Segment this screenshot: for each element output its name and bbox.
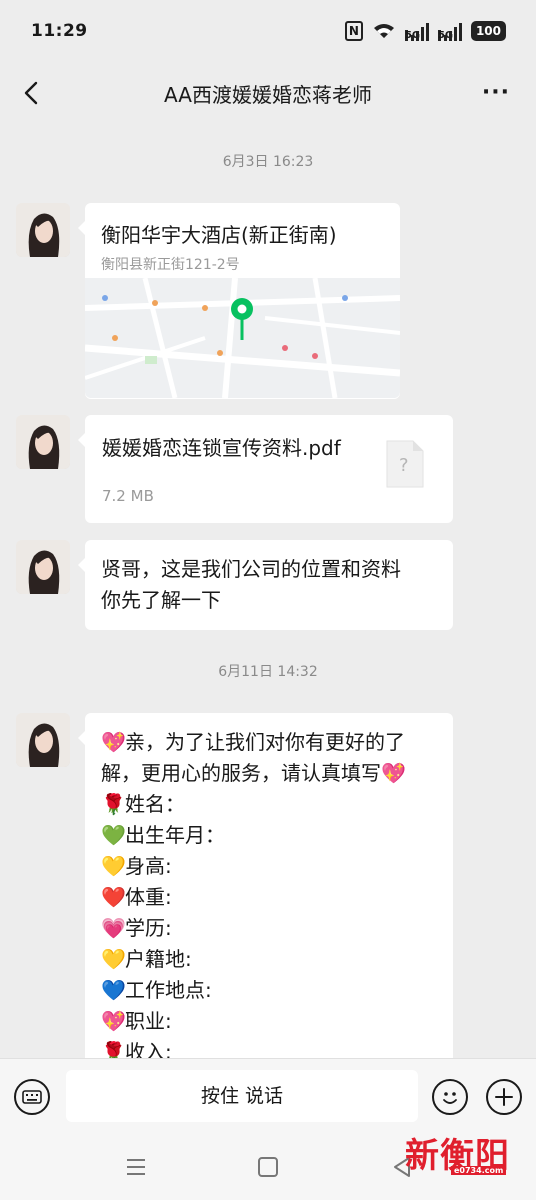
back-arrow-icon[interactable] <box>20 78 48 108</box>
message-line: 💖亲，为了让我们对你有更好的了 <box>101 727 437 758</box>
form-field: 💛身高: <box>101 851 437 882</box>
pink-heart-emoji-icon: 💗 <box>101 916 126 940</box>
more-options-icon[interactable]: ··· <box>482 80 510 105</box>
field-label: 身高: <box>125 854 172 878</box>
form-field: 💛户籍地: <box>101 944 437 975</box>
form-message[interactable]: 💖亲，为了让我们对你有更好的了 解，更用心的服务，请认真填写💖 🌹姓名： 💚出生… <box>78 713 453 1064</box>
field-label: 体重: <box>125 885 172 909</box>
message-text: 亲，为了让我们对你有更好的了 <box>125 730 405 754</box>
heart-emoji-icon: 💖 <box>101 730 126 754</box>
signal-icon-2: 5G <box>437 21 462 41</box>
battery-icon: 100 <box>470 21 506 41</box>
heart-emoji-icon: 💖 <box>381 761 406 785</box>
chat-header: AA西渡媛媛婚恋蒋老师 ··· <box>0 62 536 124</box>
field-label: 户籍地: <box>125 947 192 971</box>
avatar[interactable] <box>16 415 70 469</box>
form-field: 🌹姓名： <box>101 789 437 820</box>
watermark-logo: 新衡阳 e0734.com <box>403 1128 523 1178</box>
input-bar: 按住 说话 <box>0 1058 536 1138</box>
form-field: ❤️体重: <box>101 882 437 913</box>
smiley-icon <box>443 1092 457 1104</box>
timestamp: 6月11日 14:32 <box>218 664 318 680</box>
message-line: 贤哥，这是我们公司的位置和资料 <box>101 557 401 581</box>
message-line: 解，更用心的服务，请认真填写💖 <box>101 758 437 789</box>
form-field: 💙工作地点: <box>101 975 437 1006</box>
yellow-heart-emoji-icon: 💛 <box>101 854 126 878</box>
status-bar: 11:29 N 5G 5G 100 <box>0 0 536 62</box>
file-name: 媛媛婚恋连锁宣传资料.pdf <box>102 436 341 460</box>
form-field: 💗学历: <box>101 913 437 944</box>
network-type-label-2: 5G <box>437 30 453 41</box>
status-icons: N 5G 5G 100 <box>344 21 506 41</box>
location-map[interactable] <box>85 278 400 398</box>
field-label: 学历: <box>125 916 172 940</box>
sparkling-heart-emoji-icon: 💖 <box>101 1009 126 1033</box>
file-icon: ? <box>385 439 425 489</box>
timestamp: 6月3日 16:23 <box>222 154 314 170</box>
text-message[interactable]: 贤哥，这是我们公司的位置和资料 你先了解一下 <box>78 540 453 630</box>
avatar[interactable] <box>16 203 70 257</box>
field-label: 出生年月： <box>125 823 225 847</box>
location-card[interactable]: 衡阳华宇大酒店(新正街南) 衡阳县新正街121-2号 <box>78 203 400 399</box>
watermark-domain: e0734.com <box>451 1166 507 1175</box>
red-heart-emoji-icon: ❤️ <box>101 885 126 909</box>
signal-icon: 5G <box>404 21 429 41</box>
form-field: 💚出生年月： <box>101 820 437 851</box>
status-time: 11:29 <box>31 21 88 41</box>
home-icon[interactable] <box>258 1157 278 1177</box>
field-label: 姓名： <box>125 792 185 816</box>
network-type-label: 5G <box>404 30 420 41</box>
file-placeholder-mark: ? <box>399 455 409 476</box>
file-size: 7.2 MB <box>102 487 154 505</box>
blue-heart-emoji-icon: 💙 <box>101 978 126 1002</box>
field-label: 职业: <box>125 1009 172 1033</box>
message-line: 你先了解一下 <box>101 588 221 612</box>
plus-icon <box>495 1088 513 1106</box>
location-address: 衡阳县新正街121-2号 <box>101 257 240 273</box>
avatar[interactable] <box>16 713 70 767</box>
recent-apps-icon[interactable] <box>125 1158 147 1176</box>
location-title: 衡阳华宇大酒店(新正街南) <box>101 223 337 247</box>
more-actions-button[interactable] <box>486 1079 522 1115</box>
nfc-icon: N <box>344 21 363 41</box>
avatar[interactable] <box>16 540 70 594</box>
chat-title: AA西渡媛媛婚恋蒋老师 <box>164 82 372 107</box>
rose-emoji-icon: 🌹 <box>101 792 126 816</box>
field-label: 工作地点: <box>125 978 212 1002</box>
form-field: 💖职业: <box>101 1006 437 1037</box>
keyboard-toggle-button[interactable] <box>14 1079 50 1115</box>
yellow-heart-emoji-icon: 💛 <box>101 947 126 971</box>
message-text: 解，更用心的服务，请认真填写 <box>101 761 381 785</box>
wifi-icon <box>373 24 394 38</box>
file-card[interactable]: 媛媛婚恋连锁宣传资料.pdf 7.2 MB ? <box>78 415 453 523</box>
emoji-button[interactable] <box>432 1079 468 1115</box>
green-heart-emoji-icon: 💚 <box>101 823 126 847</box>
keyboard-icon <box>22 1090 42 1104</box>
hold-to-talk-button[interactable]: 按住 说话 <box>66 1070 418 1122</box>
